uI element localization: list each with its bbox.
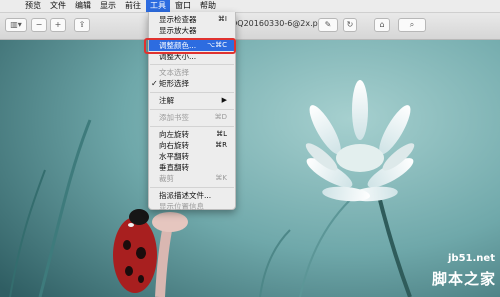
toolbox-icon: ⌂ <box>379 20 385 29</box>
menu-separator <box>150 126 234 127</box>
window-toolbar: ▥▾ − + ⇪ QQ20160330-6@2x.png ✎ ↻ ⌂ ⌕ <box>0 13 500 40</box>
menu-item-label: 显示位置信息 <box>159 202 204 211</box>
menu-edit[interactable]: 编辑 <box>71 0 95 12</box>
menu-item-rotate-left[interactable]: 向左旋转 ⌘L <box>149 129 235 140</box>
menu-item-show-inspector[interactable]: 显示检查器 ⌘I <box>149 14 235 25</box>
menu-item-shortcut: ⌘L <box>216 130 227 138</box>
menu-item-flip-horizontal[interactable]: 水平翻转 <box>149 151 235 162</box>
submenu-arrow-icon: ▶ <box>221 96 227 104</box>
menu-window[interactable]: 窗口 <box>171 0 195 12</box>
toolbox-button[interactable]: ⌂ <box>374 18 390 32</box>
sidebar-icon: ▥▾ <box>10 20 22 29</box>
menu-item-shortcut: ⌘K <box>215 174 227 182</box>
menu-item-label: 添加书签 <box>159 113 189 122</box>
menu-item-label: 矩形选择 <box>159 79 189 88</box>
zoom-in-icon: + <box>54 20 62 29</box>
menu-item-assign-profile[interactable]: 指派描述文件... <box>149 190 235 201</box>
menu-separator <box>150 109 234 110</box>
menu-item-label: 向右旋转 <box>159 141 189 150</box>
menu-item-label: 向左旋转 <box>159 130 189 139</box>
menu-tools[interactable]: 工具 <box>146 0 170 12</box>
menu-item-text-selection: 文本选择 <box>149 67 235 78</box>
share-button[interactable]: ⇪ <box>74 18 90 32</box>
menu-item-label: 显示检查器 <box>159 15 197 24</box>
zoom-in-button[interactable]: + <box>50 18 66 32</box>
zoom-out-icon: − <box>35 20 43 29</box>
rotate-button[interactable]: ↻ <box>343 18 357 32</box>
menu-item-label: 裁剪 <box>159 174 174 183</box>
flower-ladybug-image <box>0 0 500 297</box>
menu-item-rotate-right[interactable]: 向右旋转 ⌘R <box>149 140 235 151</box>
checkmark-icon: ✓ <box>151 79 158 88</box>
menu-preview[interactable]: 预览 <box>21 0 45 12</box>
menu-item-label: 注解 <box>159 96 174 105</box>
menu-item-shortcut: ⌘R <box>215 141 227 149</box>
menu-item-show-magnifier[interactable]: 显示放大器 <box>149 25 235 36</box>
menu-item-shortcut: ⌘D <box>214 113 227 121</box>
menu-item-annotate[interactable]: 注解 ▶ <box>149 95 235 106</box>
menu-item-crop: 裁剪 ⌘K <box>149 173 235 184</box>
window-title: QQ20160330-6@2x.png <box>231 19 328 28</box>
menu-separator <box>150 92 234 93</box>
search-icon: ⌕ <box>409 20 415 29</box>
search-field[interactable]: ⌕ <box>398 18 426 32</box>
menu-separator <box>150 64 234 65</box>
highlight-annotation-box <box>144 38 236 54</box>
menu-file[interactable]: 文件 <box>46 0 70 12</box>
menu-item-label: 水平翻转 <box>159 152 189 161</box>
zoom-out-button[interactable]: − <box>31 18 47 32</box>
menu-item-rect-selection[interactable]: ✓ 矩形选择 <box>149 78 235 89</box>
menu-item-label: 文本选择 <box>159 68 189 77</box>
watermark-site: jb51.net <box>448 253 495 264</box>
watermark-name: 脚本之家 <box>432 270 497 288</box>
menu-view[interactable]: 显示 <box>96 0 120 12</box>
menu-item-label: 显示放大器 <box>159 26 197 35</box>
markup-pen-button[interactable]: ✎ <box>318 18 338 32</box>
menu-item-show-location: 显示位置信息 <box>149 201 235 211</box>
apple-icon[interactable] <box>7 1 17 11</box>
menu-go[interactable]: 前往 <box>121 0 145 12</box>
menu-item-flip-vertical[interactable]: 垂直翻转 <box>149 162 235 173</box>
menu-help[interactable]: 帮助 <box>196 0 220 12</box>
sidebar-toggle-button[interactable]: ▥▾ <box>5 18 27 32</box>
menu-item-add-bookmark: 添加书签 ⌘D <box>149 112 235 123</box>
pen-icon: ✎ <box>324 20 332 29</box>
menu-bar: 预览 文件 编辑 显示 前往 工具 窗口 帮助 <box>0 0 500 13</box>
menu-item-label: 垂直翻转 <box>159 163 189 172</box>
menu-separator <box>150 187 234 188</box>
rotate-icon: ↻ <box>346 20 354 29</box>
photo-canvas <box>0 0 500 297</box>
share-icon: ⇪ <box>78 20 86 29</box>
menu-item-label: 指派描述文件... <box>159 191 212 200</box>
menu-item-shortcut: ⌘I <box>217 15 227 23</box>
